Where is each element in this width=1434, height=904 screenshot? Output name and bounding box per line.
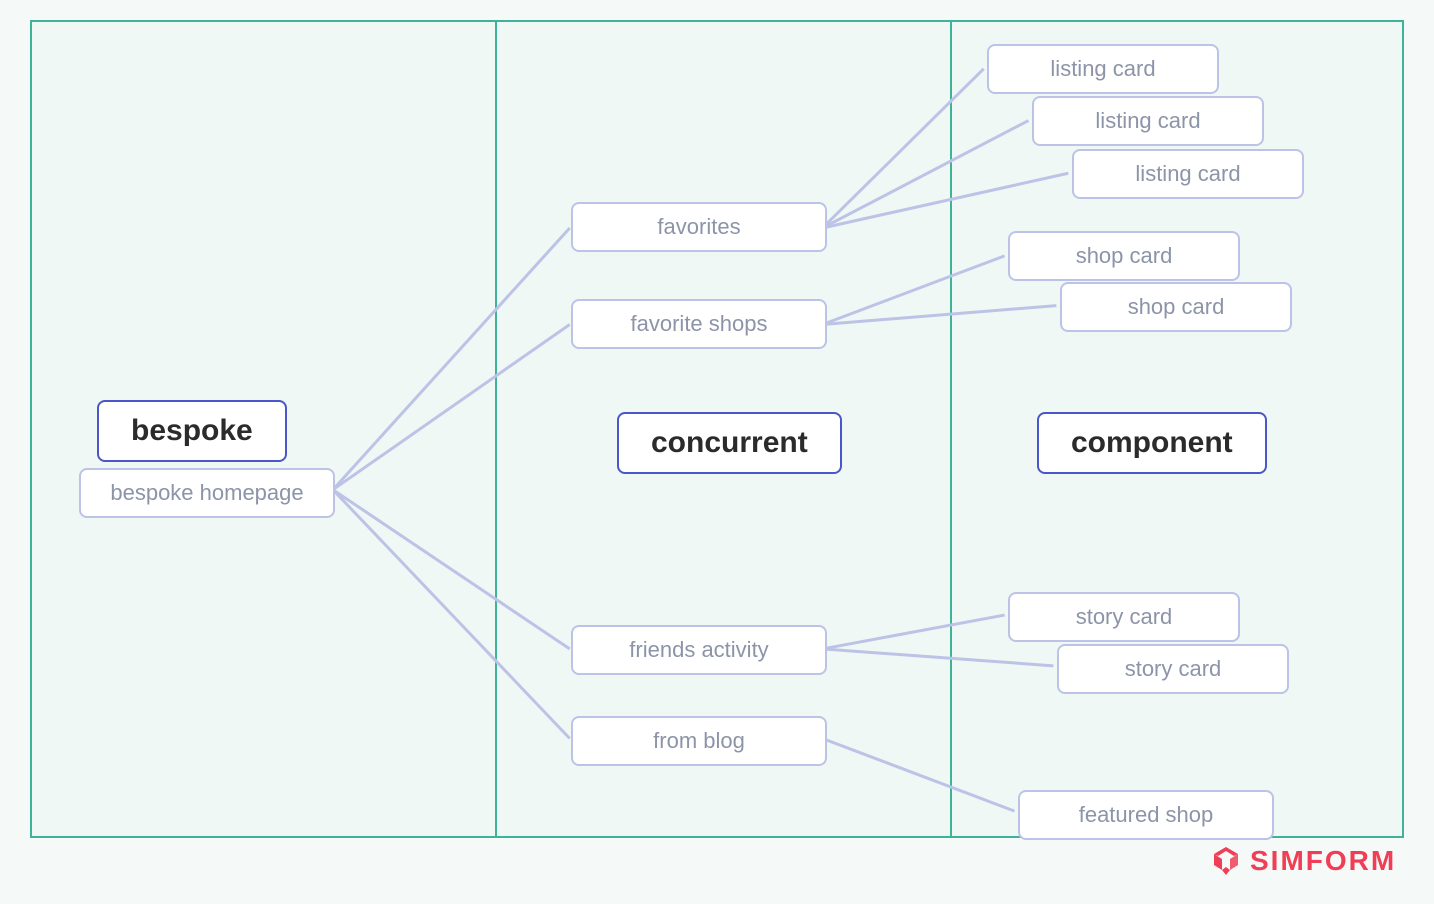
node-featured-shop: featured shop [1018, 790, 1274, 840]
node-favorites: favorites [571, 202, 827, 252]
node-listing-card-2: listing card [1032, 96, 1264, 146]
column-header-bespoke: bespoke [97, 400, 287, 462]
column-divider-1 [495, 22, 497, 836]
node-listing-card-3: listing card [1072, 149, 1304, 199]
brand-logo: SIMFORM [1210, 845, 1396, 877]
column-divider-2 [950, 22, 952, 836]
brand-logo-icon [1210, 845, 1242, 877]
node-story-card-2: story card [1057, 644, 1289, 694]
brand-logo-text: SIMFORM [1250, 845, 1396, 877]
node-bespoke-homepage: bespoke homepage [79, 468, 335, 518]
node-shop-card-2: shop card [1060, 282, 1292, 332]
node-shop-card-1: shop card [1008, 231, 1240, 281]
node-story-card-1: story card [1008, 592, 1240, 642]
column-header-component: component [1037, 412, 1267, 474]
column-header-concurrent: concurrent [617, 412, 842, 474]
node-friends-activity: friends activity [571, 625, 827, 675]
node-listing-card-1: listing card [987, 44, 1219, 94]
diagram-canvas: bespoke concurrent component bespoke hom… [30, 20, 1404, 838]
node-favorite-shops: favorite shops [571, 299, 827, 349]
node-from-blog: from blog [571, 716, 827, 766]
